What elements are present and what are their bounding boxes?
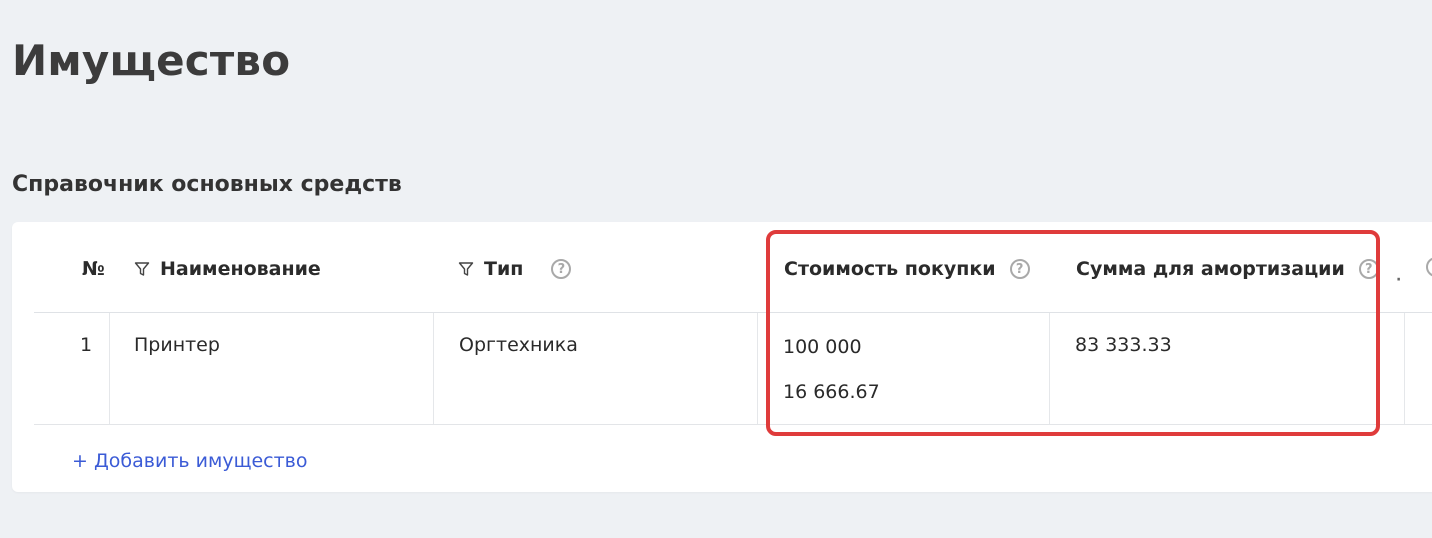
row-divider [34,424,1432,425]
column-header-type[interactable]: Тип ? [458,258,572,280]
help-icon[interactable]: ? [1009,259,1030,279]
cell-name: Принтер [134,334,220,356]
cell-depreciation-amount: 83 333.33 [1075,334,1172,356]
section-title: Справочник основных средств [12,172,402,197]
filter-icon[interactable] [458,261,474,277]
help-icon[interactable]: ? [1358,259,1379,279]
column-header-number: № [82,258,105,280]
add-asset-link[interactable]: + Добавить имущество [72,450,308,472]
filter-icon[interactable] [134,261,150,277]
column-resize-handle[interactable]: · [1396,272,1401,288]
column-divider [1404,313,1405,424]
cell-type: Оргтехника [459,334,578,356]
page-title: Имущество [12,36,291,85]
column-header-purchase-cost: Стоимость покупки ? [784,258,1030,280]
column-divider [757,313,758,424]
column-divider [433,313,434,424]
column-divider [1049,313,1050,424]
column-header-depreciation-amount: Сумма для амортизации ? [1076,258,1379,280]
header-divider [34,312,1432,313]
cell-number: 1 [80,334,93,356]
column-divider [109,313,110,424]
help-icon[interactable]: ? [551,259,572,279]
cell-purchase-cost: 100 000 [783,336,862,358]
column-header-name[interactable]: Наименование [134,258,321,280]
cell-purchase-cost-secondary: 16 666.67 [783,381,880,403]
